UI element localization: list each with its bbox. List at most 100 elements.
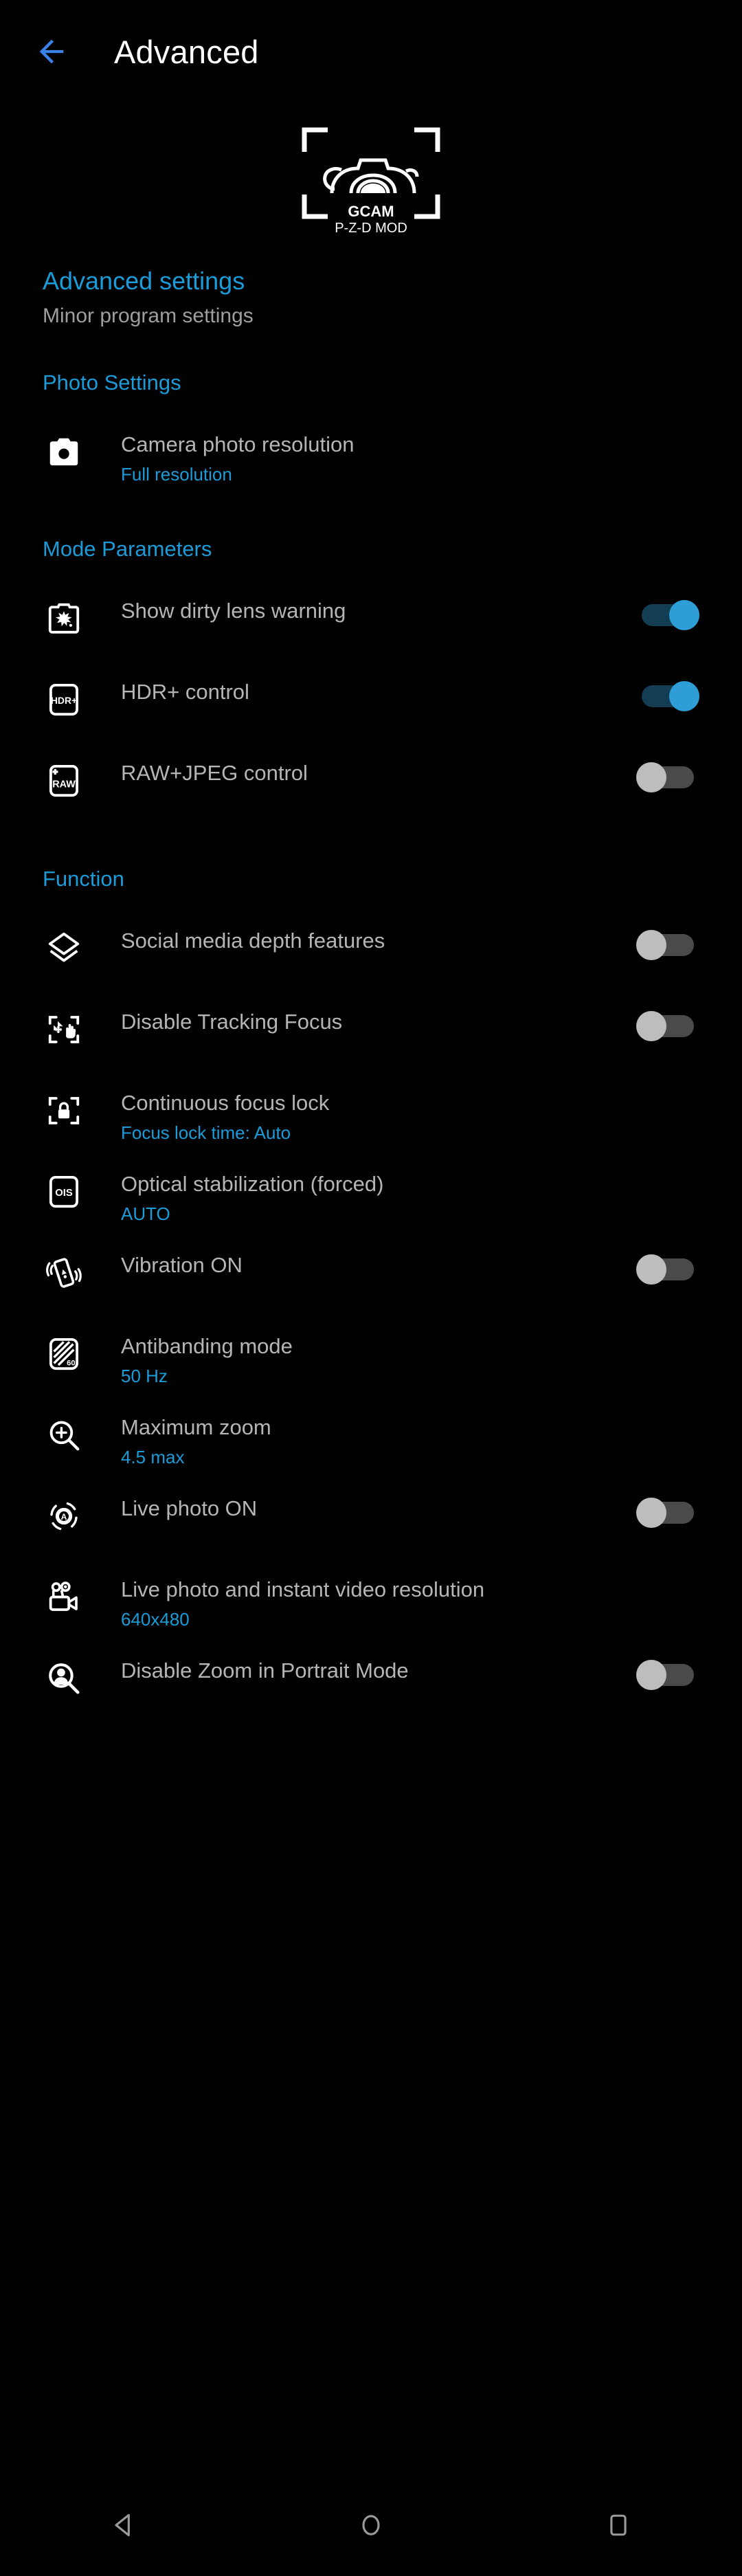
setting-row[interactable]: Disable Zoom in Portrait Mode	[0, 1658, 742, 1724]
svg-text:RAW: RAW	[52, 779, 76, 790]
back-button[interactable]	[29, 29, 74, 74]
setting-row-text: Disable Zoom in Portrait Mode	[85, 1658, 631, 1683]
app-logo: GCAM P-Z-D MOD	[0, 103, 742, 251]
toggle-switch[interactable]	[636, 1497, 699, 1528]
focus-lock-icon	[43, 1091, 85, 1129]
zoom-in-icon	[43, 1415, 85, 1454]
page-title: Advanced	[114, 33, 259, 70]
setting-label: Camera photo resolution	[121, 432, 355, 456]
setting-label: Vibration ON	[121, 1252, 243, 1277]
setting-value: AUTO	[121, 1203, 170, 1225]
toggle-thumb	[636, 762, 666, 792]
antibanding-icon: 60	[43, 1334, 85, 1373]
setting-row[interactable]: 60 Antibanding mode 50 Hz	[0, 1334, 742, 1400]
setting-row-text: Camera photo resolution Full resolution	[85, 432, 631, 485]
setting-label: Continuous focus lock	[121, 1090, 330, 1115]
settings-section: Mode Parameters Show dirty lens warning HD…	[0, 537, 742, 827]
layers-icon	[43, 929, 85, 967]
nav-back-button[interactable]	[0, 2474, 247, 2576]
setting-label: Disable Zoom in Portrait Mode	[121, 1658, 409, 1683]
setting-value: 4.5 max	[121, 1447, 185, 1468]
svg-text:HDR+: HDR+	[51, 694, 77, 705]
setting-label: Live photo and instant video resolution	[121, 1577, 485, 1601]
toggle-switch[interactable]	[636, 599, 699, 630]
nav-recents-button[interactable]	[495, 2474, 742, 2576]
setting-row[interactable]: Maximum zoom 4.5 max	[0, 1415, 742, 1481]
setting-row[interactable]: Disable Tracking Focus	[0, 1010, 742, 1076]
toggle-switch[interactable]	[636, 1659, 699, 1690]
intro-title: Advanced settings	[43, 267, 245, 295]
svg-text:60: 60	[67, 1359, 76, 1367]
video-camera-icon	[43, 1577, 85, 1616]
portrait-zoom-icon	[43, 1658, 85, 1697]
setting-row-control	[631, 1010, 699, 1041]
tracking-focus-icon	[43, 1010, 85, 1048]
nav-home-button[interactable]	[247, 2474, 495, 2576]
setting-row-text: Live photo ON	[85, 1496, 631, 1521]
setting-row-control	[631, 1658, 699, 1690]
setting-row[interactable]: RAW RAW+JPEG control	[0, 761, 742, 827]
ois-icon: OIS	[43, 1172, 85, 1210]
nav-recents-icon	[603, 2510, 633, 2540]
setting-label: Show dirty lens warning	[121, 598, 346, 623]
camera-icon	[43, 432, 85, 471]
setting-row-text: Disable Tracking Focus	[85, 1010, 631, 1034]
intro-block: Advanced settings Minor program settings	[0, 267, 742, 328]
setting-label: Live photo ON	[121, 1496, 258, 1520]
setting-label: RAW+JPEG control	[121, 760, 308, 785]
setting-row[interactable]: Camera photo resolution Full resolution	[0, 432, 742, 498]
arrow-left-icon	[34, 34, 69, 69]
live-photo-icon: A	[43, 1496, 85, 1535]
setting-row-control	[631, 1415, 699, 1417]
setting-row-control	[631, 680, 699, 711]
toggle-switch[interactable]	[636, 1010, 699, 1041]
setting-row-text: Live photo and instant video resolution 6…	[85, 1577, 631, 1630]
toggle-thumb	[636, 1254, 666, 1285]
app-bar: Advanced	[0, 0, 742, 103]
settings-section: Photo Settings Camera photo resolution Ful…	[0, 370, 742, 498]
setting-row[interactable]: Show dirty lens warning	[0, 599, 742, 665]
android-navigation-bar	[0, 2474, 742, 2576]
toggle-switch[interactable]	[636, 1254, 699, 1285]
setting-row[interactable]: OIS Optical stabilization (forced) AUTO	[0, 1172, 742, 1238]
setting-row-text: Social media depth features	[85, 929, 631, 953]
setting-row-text: Antibanding mode 50 Hz	[85, 1334, 631, 1386]
toggle-switch[interactable]	[636, 680, 699, 711]
setting-row[interactable]: Vibration ON	[0, 1253, 742, 1319]
section-heading: Mode Parameters	[43, 536, 212, 561]
setting-row[interactable]: HDR+ HDR+ control	[0, 680, 742, 746]
setting-label: HDR+ control	[121, 679, 249, 704]
svg-text:P-Z-D MOD: P-Z-D MOD	[335, 221, 407, 236]
toggle-switch[interactable]	[636, 929, 699, 960]
svg-text:A: A	[61, 1512, 67, 1522]
setting-row-control	[631, 599, 699, 630]
setting-row-control	[631, 761, 699, 792]
setting-row-control	[631, 1253, 699, 1285]
svg-text:GCAM: GCAM	[348, 203, 394, 220]
setting-row-control	[631, 929, 699, 960]
setting-row[interactable]: Continuous focus lock Focus lock time: Au…	[0, 1091, 742, 1157]
setting-row-control	[631, 1334, 699, 1335]
toggle-thumb	[669, 599, 699, 630]
settings-section: Function Social media depth features Disab…	[0, 867, 742, 1724]
toggle-thumb	[636, 1010, 666, 1041]
setting-row[interactable]: A Live photo ON	[0, 1496, 742, 1562]
setting-row[interactable]: Social media depth features	[0, 929, 742, 995]
setting-row-text: Maximum zoom 4.5 max	[85, 1415, 631, 1467]
setting-row-control	[631, 1172, 699, 1173]
hdr-plus-icon: HDR+	[43, 680, 85, 718]
camera-logo-icon: GCAM P-Z-D MOD	[292, 112, 450, 243]
dirty-lens-icon	[43, 599, 85, 637]
setting-label: Antibanding mode	[121, 1333, 293, 1358]
setting-value: 50 Hz	[121, 1366, 168, 1387]
setting-row-text: Vibration ON	[85, 1253, 631, 1278]
setting-value: 640x480	[121, 1609, 190, 1630]
toggle-switch[interactable]	[636, 762, 699, 792]
raw-icon: RAW	[43, 761, 85, 799]
intro-subtitle: Minor program settings	[43, 304, 254, 327]
setting-row[interactable]: Live photo and instant video resolution 6…	[0, 1577, 742, 1643]
setting-row-text: Continuous focus lock Focus lock time: Au…	[85, 1091, 631, 1143]
svg-text:OIS: OIS	[55, 1187, 73, 1198]
setting-label: Optical stabilization (forced)	[121, 1171, 384, 1196]
setting-row-control	[631, 1496, 699, 1528]
